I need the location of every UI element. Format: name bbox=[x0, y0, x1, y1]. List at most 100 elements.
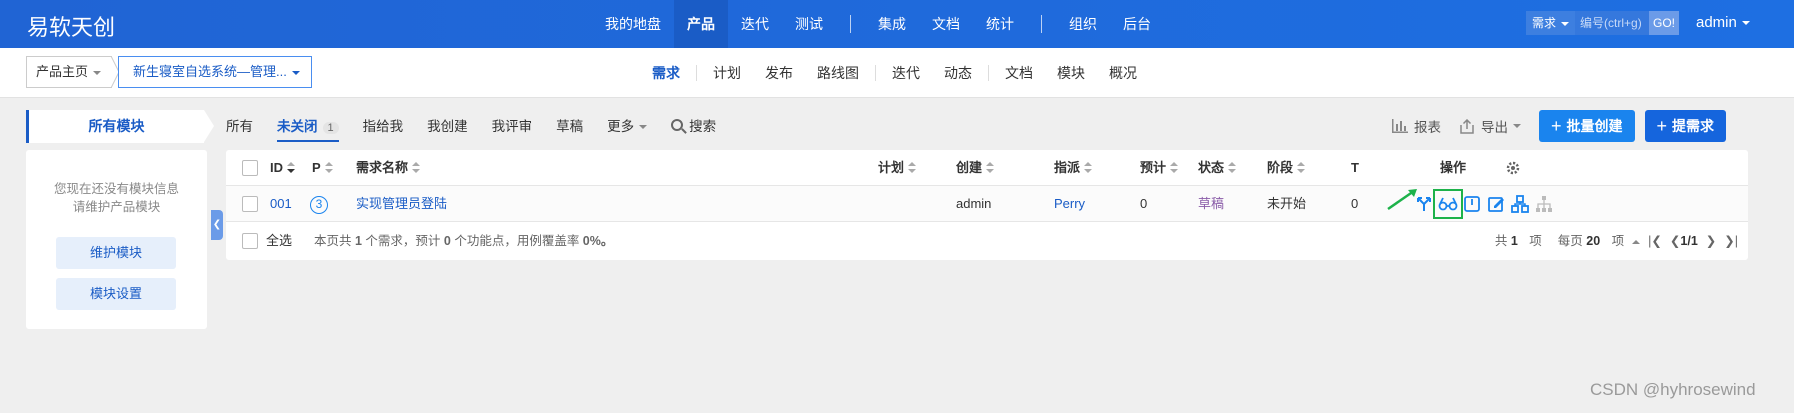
table-footer: 全选 本页共 1 个需求，预计 0 个功能点，用例覆盖率 0%。 共 1 项 每… bbox=[226, 222, 1748, 260]
edit-story-button[interactable] bbox=[1484, 192, 1508, 216]
pager-text: 项 bbox=[1525, 234, 1542, 248]
annotation-arrow-icon bbox=[1387, 189, 1417, 211]
prev-page-icon[interactable]: ❮ bbox=[1670, 222, 1680, 260]
col-plan[interactable]: 计划 bbox=[878, 150, 917, 186]
chevron-up-icon bbox=[1632, 239, 1641, 244]
hierarchy-icon bbox=[1536, 196, 1552, 212]
search-input[interactable] bbox=[1575, 11, 1650, 35]
story-title[interactable]: 实现管理员登陆 bbox=[356, 186, 447, 222]
row-checkbox[interactable] bbox=[242, 196, 258, 212]
chevron-down-icon bbox=[291, 70, 300, 75]
col-actions: 操作 bbox=[1440, 160, 1467, 175]
tab-plan[interactable]: 计划 bbox=[701, 63, 753, 83]
brand-logo[interactable]: 易软天创 bbox=[27, 10, 115, 42]
nav-admin[interactable]: 后台 bbox=[1110, 0, 1164, 48]
report-label: 报表 bbox=[1414, 120, 1441, 135]
filter-all[interactable]: 所有 bbox=[226, 115, 253, 135]
sort-icon bbox=[324, 162, 333, 173]
batch-create-button[interactable]: + 批量创建 bbox=[1539, 110, 1635, 142]
module-settings-button[interactable]: 模块设置 bbox=[56, 278, 176, 310]
select-all-label[interactable]: 全选 bbox=[266, 222, 292, 260]
breadcrumb-label: 产品主页 bbox=[36, 64, 89, 79]
nav-my-dashboard[interactable]: 我的地盘 bbox=[592, 0, 674, 48]
filter-assigned-to-me[interactable]: 指给我 bbox=[363, 115, 404, 135]
empty-line: 请维护产品模块 bbox=[72, 200, 161, 214]
collapse-sidebar-button[interactable]: ❮ bbox=[211, 210, 223, 240]
search-type-select[interactable]: 需求 bbox=[1526, 11, 1576, 35]
summary-coverage: 0%。 bbox=[582, 234, 614, 248]
story-assignee[interactable]: Perry bbox=[1054, 186, 1085, 222]
nav-product[interactable]: 产品 bbox=[674, 0, 728, 48]
col-label: 需求名称 bbox=[356, 160, 409, 175]
tab-overview[interactable]: 概况 bbox=[1097, 63, 1149, 83]
nav-stats[interactable]: 统计 bbox=[973, 0, 1027, 48]
filter-more[interactable]: 更多 bbox=[607, 115, 648, 135]
maintain-modules-button[interactable]: 维护模块 bbox=[56, 237, 176, 269]
filter-reviewed-by-me[interactable]: 我评审 bbox=[492, 115, 533, 135]
sitemap-icon bbox=[1511, 195, 1529, 213]
chevron-down-icon bbox=[1513, 124, 1521, 128]
pager-total-count: 1 bbox=[1510, 234, 1518, 248]
table-row[interactable]: 001 3 实现管理员登陆 admin Perry 0 草稿 未开始 0 bbox=[226, 186, 1748, 222]
filter-search[interactable]: 搜索 bbox=[671, 115, 716, 135]
breadcrumb-product-select[interactable]: 新生寝室自选系统—管理... bbox=[118, 56, 312, 88]
col-priority[interactable]: P bbox=[312, 150, 333, 186]
tab-release[interactable]: 发布 bbox=[753, 63, 805, 83]
next-page-icon[interactable]: ❯ bbox=[1706, 222, 1716, 260]
tab-dynamic[interactable]: 动态 bbox=[932, 63, 984, 83]
global-search: 需求 GO! bbox=[1526, 11, 1680, 35]
create-story-button[interactable]: + 提需求 bbox=[1644, 110, 1727, 142]
story-table: ID P 需求名称 计划 创建 指派 预计 状态 阶段 T 操作 001 3 实… bbox=[226, 150, 1748, 260]
col-status[interactable]: 状态 bbox=[1198, 150, 1237, 186]
table-summary: 本页共 1 个需求，预计 0 个功能点，用例覆盖率 0%。 bbox=[314, 222, 613, 260]
close-story-button[interactable] bbox=[1460, 192, 1484, 216]
summary-text: 个功能点，用例覆盖率 bbox=[450, 234, 583, 248]
tab-docs[interactable]: 文档 bbox=[993, 63, 1045, 83]
report-button[interactable]: 报表 bbox=[1392, 116, 1441, 136]
col-estimate[interactable]: 预计 bbox=[1140, 150, 1179, 186]
review-story-button[interactable] bbox=[1433, 189, 1463, 219]
nav-iteration[interactable]: 迭代 bbox=[728, 0, 782, 48]
filter-label: 更多 bbox=[607, 119, 635, 134]
nav-integration[interactable]: 集成 bbox=[865, 0, 919, 48]
row-actions bbox=[1412, 189, 1556, 219]
filter-unclosed[interactable]: 未关闭 1 bbox=[277, 115, 339, 142]
col-stage[interactable]: 阶段 bbox=[1267, 150, 1306, 186]
summary-text: 个需求，预计 bbox=[361, 234, 444, 248]
last-page-icon[interactable]: ❯| bbox=[1724, 222, 1738, 260]
main-nav: 我的地盘 产品 迭代 测试 集成 文档 统计 组织 后台 bbox=[592, 0, 1164, 48]
select-all-checkbox-header[interactable] bbox=[242, 160, 258, 176]
breadcrumb-label: 新生寝室自选系统—管理... bbox=[133, 64, 287, 79]
filter-created-by-me[interactable]: 我创建 bbox=[427, 115, 468, 135]
export-button[interactable]: 导出 bbox=[1459, 116, 1521, 136]
nav-org[interactable]: 组织 bbox=[1056, 0, 1110, 48]
gear-icon[interactable] bbox=[1505, 160, 1521, 176]
col-name[interactable]: 需求名称 bbox=[356, 150, 421, 186]
col-creator[interactable]: 创建 bbox=[956, 150, 995, 186]
col-id[interactable]: ID bbox=[270, 150, 295, 186]
all-modules-tab[interactable]: 所有模块 bbox=[26, 110, 214, 143]
user-menu[interactable]: admin bbox=[1696, 14, 1750, 31]
story-id[interactable]: 001 bbox=[270, 186, 292, 222]
sort-icon bbox=[908, 162, 917, 173]
pager-per-page[interactable]: 每页 20 项 bbox=[1550, 222, 1641, 260]
nav-test[interactable]: 测试 bbox=[782, 0, 836, 48]
tab-modules[interactable]: 模块 bbox=[1045, 63, 1097, 83]
tab-stories[interactable]: 需求 bbox=[640, 63, 692, 83]
search-go-button[interactable]: GO! bbox=[1649, 11, 1680, 35]
toolbar: 报表 导出 + 批量创建 + 提需求 bbox=[1392, 110, 1727, 142]
story-filters: 所有 未关闭 1 指给我 我创建 我评审 草稿 更多 搜索 bbox=[226, 111, 740, 142]
col-t: T bbox=[1351, 160, 1359, 175]
first-page-icon[interactable]: |❮ bbox=[1648, 222, 1662, 260]
tab-iteration[interactable]: 迭代 bbox=[880, 63, 932, 83]
create-case-button[interactable] bbox=[1508, 192, 1532, 216]
pager-text: 每页 bbox=[1557, 234, 1587, 248]
tab-roadmap[interactable]: 路线图 bbox=[805, 63, 871, 83]
col-assignee[interactable]: 指派 bbox=[1054, 150, 1093, 186]
breadcrumb-product-home[interactable]: 产品主页 bbox=[26, 56, 112, 88]
summary-text: 本页共 bbox=[314, 234, 355, 248]
nav-docs[interactable]: 文档 bbox=[919, 0, 973, 48]
select-all-checkbox[interactable] bbox=[242, 233, 258, 249]
summary-points: 0 bbox=[443, 234, 451, 248]
filter-draft[interactable]: 草稿 bbox=[556, 115, 583, 135]
